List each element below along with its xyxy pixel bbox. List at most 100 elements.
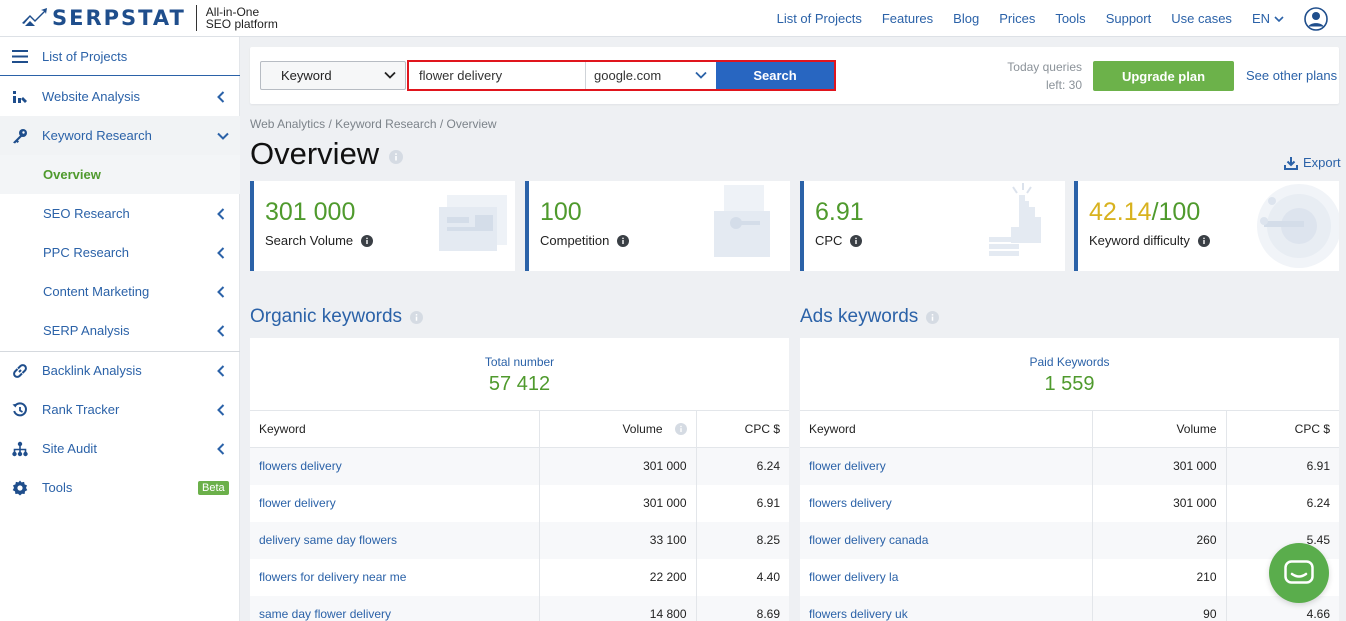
- column-header-keyword[interactable]: Keyword: [800, 410, 1092, 448]
- sidebar-item-site-audit[interactable]: Site Audit: [0, 429, 240, 468]
- sidebar-item-backlink-analysis[interactable]: Backlink Analysis: [0, 351, 240, 390]
- column-header-cpc[interactable]: CPC $: [1225, 410, 1339, 448]
- info-icon[interactable]: [617, 234, 630, 247]
- nav-support[interactable]: Support: [1106, 11, 1152, 26]
- serpstat-logo[interactable]: SERPSTAT All-in-One SEO platform: [20, 5, 278, 31]
- sidebar-item-website-analysis[interactable]: Website Analysis: [0, 77, 240, 116]
- keyword-link[interactable]: flower delivery: [250, 485, 539, 522]
- sidebar-item-content-marketing[interactable]: Content Marketing: [0, 272, 240, 311]
- search-button[interactable]: Search: [716, 62, 834, 89]
- top-bar: SERPSTAT All-in-One SEO platform List of…: [0, 0, 1346, 37]
- keyword-link[interactable]: same day flower delivery: [250, 595, 539, 621]
- upgrade-plan-button[interactable]: Upgrade plan: [1093, 61, 1234, 91]
- brand-name: SERPSTAT: [52, 6, 186, 30]
- search-input[interactable]: [409, 62, 586, 89]
- info-icon[interactable]: [926, 310, 940, 324]
- column-header-keyword[interactable]: Keyword: [250, 410, 539, 448]
- chevron-down-icon: [1274, 15, 1284, 22]
- sidebar-label: Backlink Analysis: [42, 363, 142, 378]
- sidebar-item-serp-analysis[interactable]: SERP Analysis: [0, 311, 240, 350]
- beta-badge: Beta: [198, 480, 229, 495]
- sitemap-icon: [11, 440, 29, 458]
- info-icon[interactable]: [674, 423, 687, 435]
- ads-keywords-title: Ads keywords: [800, 306, 940, 328]
- cpc-cell: 6.24: [695, 447, 789, 485]
- sidebar-label: Website Analysis: [42, 89, 141, 104]
- queries-remaining: Today queries left: 30: [990, 58, 1082, 94]
- nav-use-cases[interactable]: Use cases: [1171, 11, 1232, 26]
- gear-icon: [11, 479, 29, 497]
- sidebar-label: PPC Research: [43, 245, 129, 260]
- total-number-label: Total number: [484, 355, 555, 369]
- metric-label: CPC: [815, 233, 863, 248]
- keyword-link[interactable]: flower delivery: [800, 447, 1092, 485]
- keyword-link[interactable]: flowers delivery: [250, 447, 539, 485]
- keyword-link[interactable]: flower delivery la: [800, 559, 1092, 596]
- table-row: flower delivery 301 000 6.91: [800, 447, 1339, 485]
- column-header-volume[interactable]: Volume: [538, 410, 696, 448]
- volume-cell: 210: [1091, 558, 1226, 596]
- organic-keywords-panel: Total number 57 412 Keyword Volume CPC $…: [250, 338, 789, 621]
- keyword-link[interactable]: flowers for delivery near me: [250, 559, 539, 596]
- browser-window-icon: [439, 195, 507, 251]
- target-lock-icon: [1257, 184, 1339, 268]
- queries-label: Today queries: [1007, 60, 1082, 74]
- table-row: flowers for delivery near me 22 200 4.40: [250, 558, 789, 596]
- keyword-link[interactable]: flowers delivery: [800, 485, 1092, 522]
- ads-keywords-table: Keyword Volume CPC $ flower delivery 301…: [800, 410, 1339, 621]
- sidebar-label: SEO Research: [43, 206, 130, 221]
- info-icon[interactable]: [1197, 234, 1210, 247]
- nav-tools[interactable]: Tools: [1055, 11, 1085, 26]
- sidebar-item-ppc-research[interactable]: PPC Research: [0, 233, 240, 272]
- metric-value: 42.14/100: [1089, 198, 1200, 227]
- metric-label-text: Competition: [540, 233, 610, 248]
- search-group-highlighted: google.com Search: [407, 60, 836, 91]
- column-header-text: Volume: [622, 422, 663, 436]
- nav-blog[interactable]: Blog: [953, 11, 979, 26]
- search-type-select[interactable]: Keyword: [260, 61, 406, 90]
- keyword-link[interactable]: delivery same day flowers: [250, 521, 539, 559]
- table-header-row: Keyword Volume CPC $: [250, 410, 789, 448]
- chat-widget-button[interactable]: [1269, 543, 1329, 603]
- metric-card-keyword-difficulty: 42.14/100 Keyword difficulty: [1074, 181, 1339, 271]
- see-other-plans-link[interactable]: See other plans: [1246, 68, 1337, 83]
- breadcrumb[interactable]: Web Analytics / Keyword Research / Overv…: [250, 117, 497, 131]
- chat-icon: [1284, 560, 1314, 584]
- nav-prices[interactable]: Prices: [999, 11, 1035, 26]
- sidebar-item-tools[interactable]: Tools Beta: [0, 468, 240, 507]
- chevron-left-icon: [217, 324, 225, 337]
- volume-cell: 33 100: [538, 521, 696, 559]
- language-selector[interactable]: EN: [1252, 11, 1284, 26]
- volume-cell: 301 000: [1091, 447, 1226, 485]
- info-icon[interactable]: [361, 234, 374, 247]
- sidebar-item-seo-research[interactable]: SEO Research: [0, 194, 240, 233]
- info-icon[interactable]: [410, 310, 424, 324]
- metric-value: 301 000: [265, 198, 356, 226]
- table-row: flowers delivery uk 90 4.66: [800, 595, 1339, 621]
- keyword-link[interactable]: flower delivery canada: [800, 521, 1092, 559]
- sidebar-item-overview[interactable]: Overview: [0, 155, 240, 194]
- metric-card-cpc: 6.91 CPC: [800, 181, 1065, 271]
- info-icon[interactable]: [850, 234, 863, 247]
- column-header-volume[interactable]: Volume: [1091, 410, 1226, 448]
- table-header-row: Keyword Volume CPC $: [800, 410, 1339, 448]
- table-row: flower delivery canada 260 5.45: [800, 521, 1339, 559]
- chevron-down-icon: [217, 132, 229, 140]
- keyword-link[interactable]: flowers delivery uk: [800, 595, 1092, 621]
- sidebar-item-keyword-research[interactable]: Keyword Research: [0, 116, 240, 155]
- chevron-down-icon: [695, 71, 707, 79]
- metric-card-competition: 100 Competition: [525, 181, 790, 271]
- user-avatar-icon[interactable]: [1304, 6, 1328, 31]
- search-engine-select[interactable]: google.com: [586, 62, 716, 89]
- volume-cell: 301 000: [1091, 484, 1226, 522]
- sidebar-divider: [0, 75, 240, 76]
- column-header-cpc[interactable]: CPC $: [695, 410, 789, 448]
- nav-features[interactable]: Features: [882, 11, 933, 26]
- info-icon[interactable]: [389, 150, 403, 164]
- menu-icon: [11, 48, 29, 66]
- nav-list-of-projects[interactable]: List of Projects: [777, 11, 862, 26]
- export-button[interactable]: Export: [1284, 155, 1341, 170]
- sidebar-item-rank-tracker[interactable]: Rank Tracker: [0, 390, 240, 429]
- chevron-left-icon: [217, 364, 225, 377]
- sidebar-item-list-of-projects[interactable]: List of Projects: [0, 37, 240, 76]
